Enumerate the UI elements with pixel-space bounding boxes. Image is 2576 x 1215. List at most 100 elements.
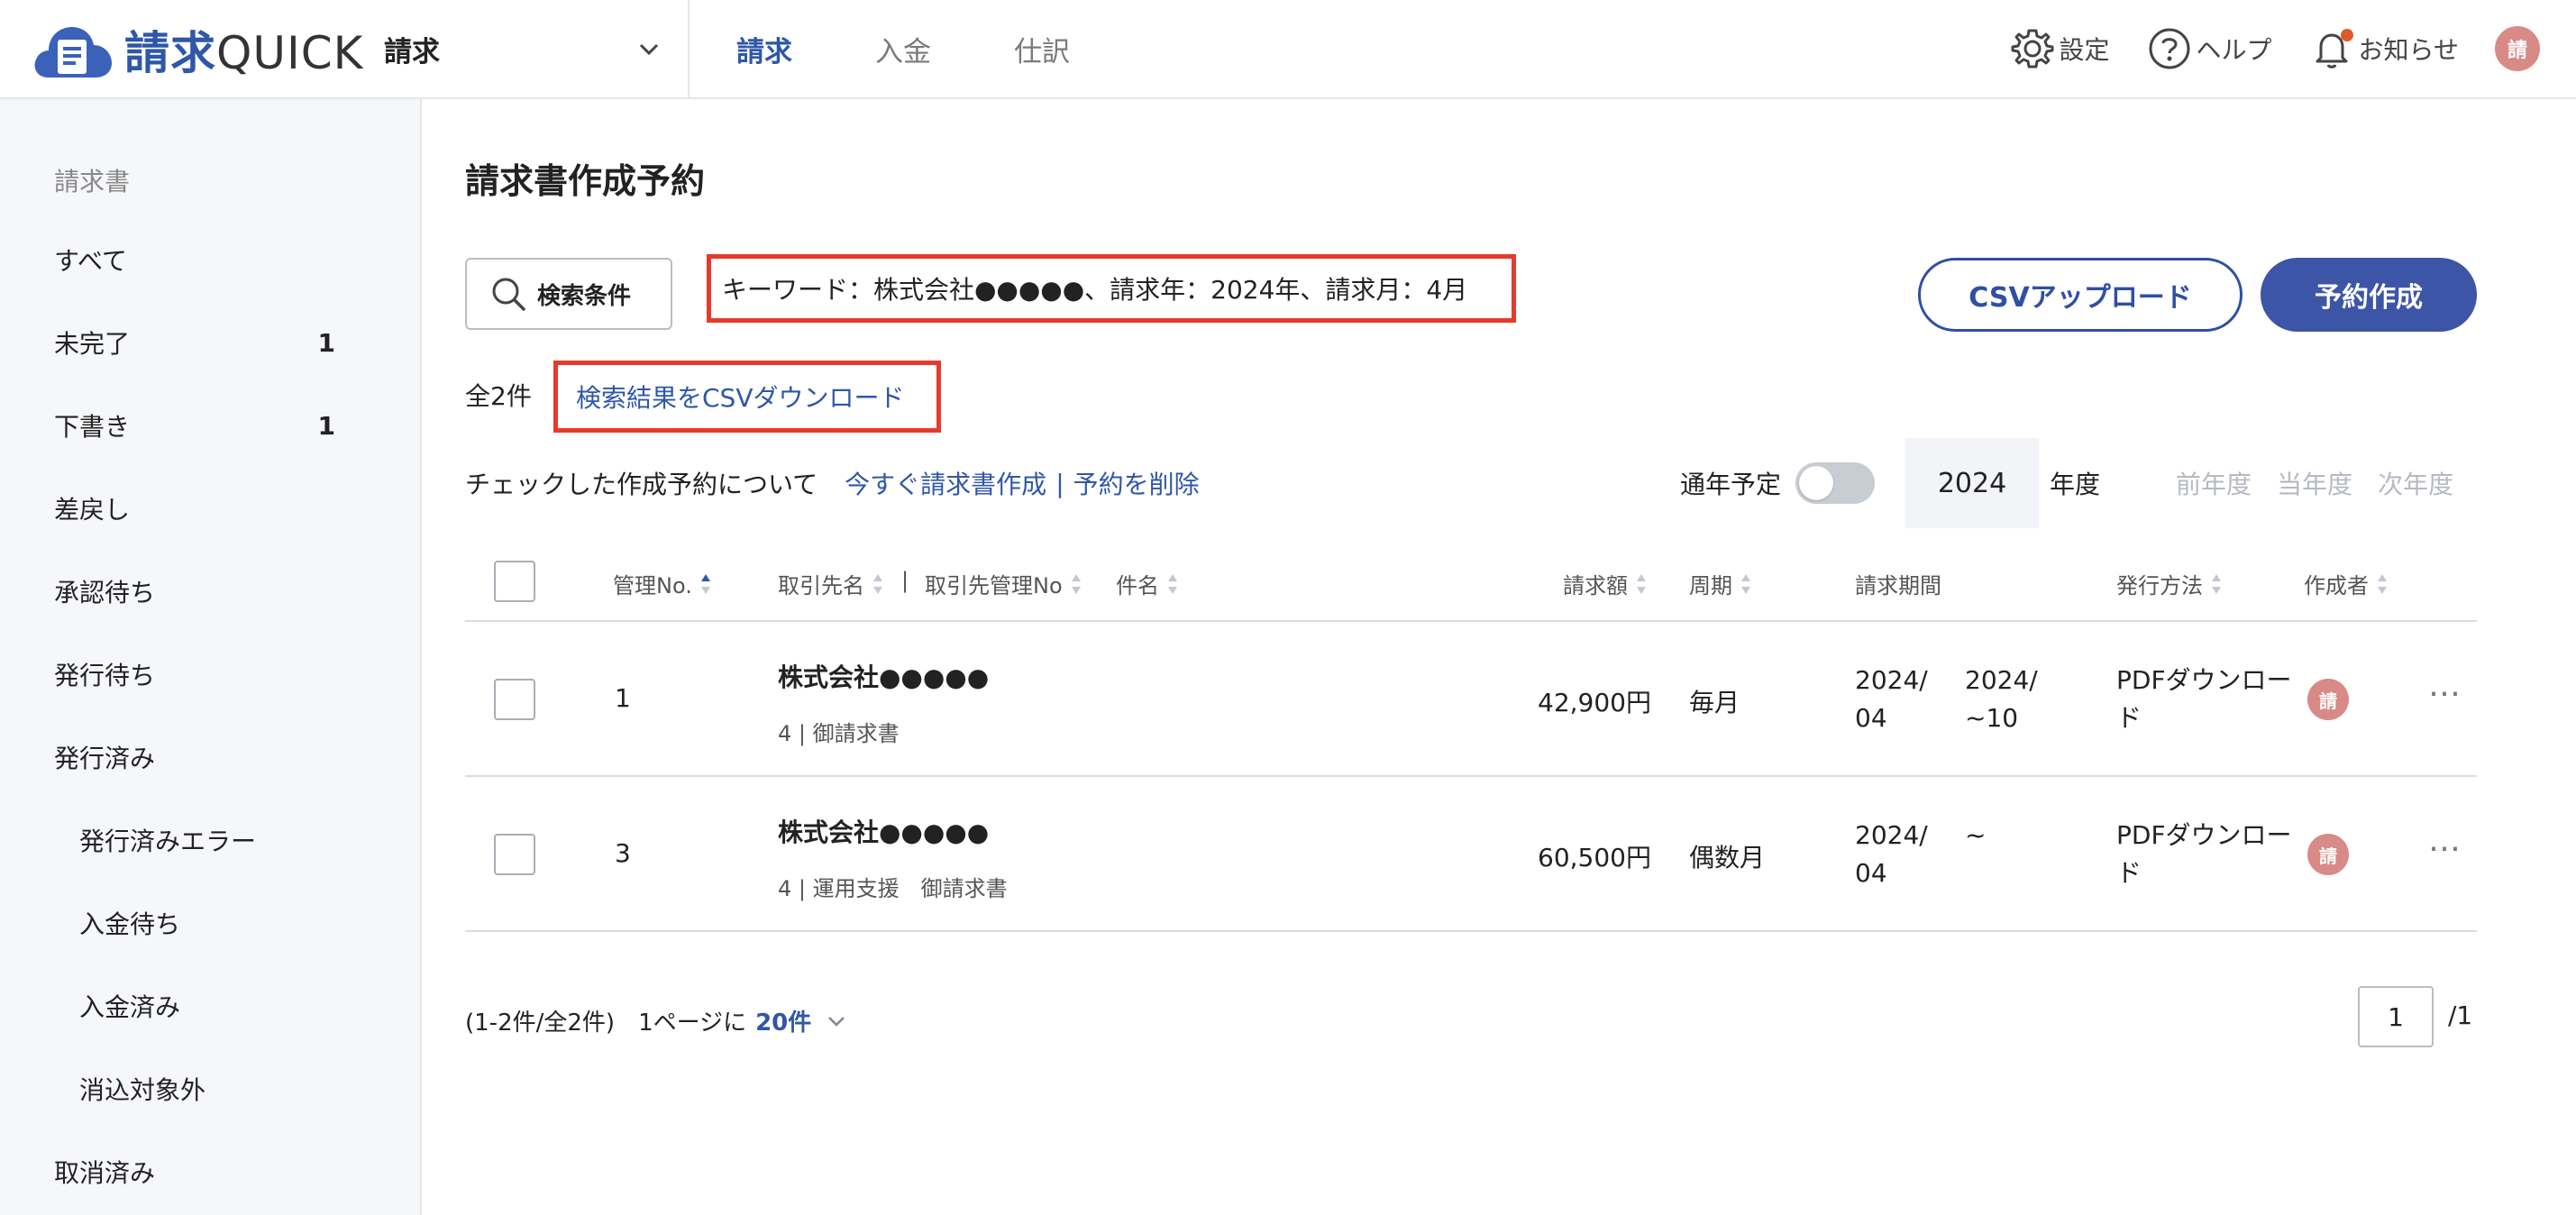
- product-select[interactable]: 請求: [361, 0, 690, 97]
- row-checkbox[interactable]: [494, 834, 535, 875]
- row-client-name: 株式会社●●●●●: [778, 662, 990, 692]
- tab-payment[interactable]: 入金: [875, 0, 931, 97]
- column-header-cycle[interactable]: 周期: [1689, 568, 1752, 599]
- column-header-client-no[interactable]: 取引先管理No: [925, 568, 1082, 599]
- row-client-name: 株式会社●●●●●: [778, 818, 990, 847]
- row-client[interactable]: 株式会社●●●●● 4 | 運用支援 御請求書: [778, 813, 1008, 902]
- help-button[interactable]: ヘルプ: [2146, 25, 2272, 72]
- notification-badge: [2340, 29, 2353, 41]
- tab-invoice[interactable]: 請求: [736, 0, 792, 97]
- settings-button[interactable]: 設定: [2009, 25, 2110, 72]
- delete-reservation-link[interactable]: 予約を削除: [1073, 465, 1200, 501]
- sidebar-item-draft[interactable]: 下書き 1: [54, 398, 335, 452]
- create-reservation-button[interactable]: 予約作成: [2261, 258, 2477, 332]
- header-actions: 設定 ヘルプ お知らせ 請: [1973, 0, 2540, 97]
- sidebar-item-awaiting-payment[interactable]: 入金待ち: [79, 896, 335, 950]
- sidebar-item-returned[interactable]: 差戻し: [54, 481, 335, 535]
- sidebar-item-cancelled[interactable]: 取消済み: [54, 1145, 335, 1199]
- per-page-label: 1ページに: [638, 1009, 747, 1037]
- help-label: ヘルプ: [2196, 35, 2272, 65]
- fiscal-year-input[interactable]: 2024: [1905, 438, 2040, 528]
- csv-upload-button[interactable]: CSVアップロード: [1918, 258, 2243, 332]
- column-header-method[interactable]: 発行方法: [2116, 568, 2223, 599]
- sidebar-item-all[interactable]: すべて: [54, 233, 335, 287]
- table-row[interactable]: 1 株式会社●●●●● 4 | 御請求書 42,900円 毎月 2024/ 04…: [465, 622, 2477, 777]
- sidebar: 請求書 すべて 未完了 1 下書き 1 差戻し 承認待ち 発行待ち 発行済み 発行済…: [0, 99, 422, 1215]
- sidebar-item-draft-count: 1: [317, 410, 335, 441]
- sidebar-item-awaiting-issue[interactable]: 発行待ち: [54, 647, 335, 701]
- settings-label: 設定: [2059, 35, 2110, 65]
- search-keyword-summary: キーワード：株式会社●●●●●、請求年：2024年、請求月：4月: [707, 254, 1516, 323]
- column-header-period: 請求期間: [1855, 573, 1941, 598]
- annual-schedule-toggle[interactable]: [1795, 462, 1876, 504]
- column-header-subject[interactable]: 件名: [1116, 568, 1179, 599]
- row-creator-avatar: 請: [2307, 679, 2349, 720]
- row-amount: 42,900円: [1538, 688, 1651, 717]
- previous-year-button[interactable]: 前年度: [2176, 465, 2252, 501]
- notifications-label: お知らせ: [2358, 35, 2459, 65]
- bulk-actions-description: チェックした作成予約について: [465, 470, 818, 499]
- column-header-separator: |: [901, 568, 909, 593]
- sidebar-item-paid[interactable]: 入金済み: [79, 979, 335, 1033]
- row-checkbox[interactable]: [494, 679, 535, 720]
- column-header-creator[interactable]: 作成者: [2304, 568, 2389, 599]
- search-icon: [492, 278, 525, 311]
- row-amount: 60,500円: [1538, 843, 1651, 872]
- chevron-down-icon[interactable]: [824, 1009, 849, 1034]
- sort-icon: [1166, 572, 1179, 596]
- column-header-amount[interactable]: 請求額: [1563, 568, 1648, 599]
- row-subject-info: 4 | 運用支援 御請求書: [778, 876, 1008, 901]
- sort-icon: [2210, 572, 2223, 596]
- row-period-start: 2024/ 04: [1855, 820, 1928, 888]
- row-issue-method: PDFダウンロード: [2116, 820, 2292, 888]
- sidebar-item-issued[interactable]: 発行済み: [54, 730, 335, 784]
- row-period-end: 2024/ ~10: [1965, 665, 2038, 733]
- tab-journal[interactable]: 仕訳: [1014, 0, 1070, 97]
- search-conditions-button[interactable]: 検索条件: [465, 258, 672, 330]
- row-cycle: 偶数月: [1689, 843, 1766, 872]
- page-title: 請求書作成予約: [465, 161, 706, 201]
- row-management-no: 1: [615, 683, 631, 713]
- page-number-input[interactable]: 1: [2358, 986, 2434, 1047]
- sidebar-item-awaiting-approval[interactable]: 承認待ち: [54, 564, 335, 618]
- table-row[interactable]: 3 株式会社●●●●● 4 | 運用支援 御請求書 60,500円 偶数月 20…: [465, 777, 2477, 932]
- help-icon: [2149, 28, 2190, 69]
- bulk-actions: チェックした作成予約について 今すぐ請求書作成 | 予約を削除: [465, 465, 1200, 501]
- row-client[interactable]: 株式会社●●●●● 4 | 御請求書: [778, 658, 989, 747]
- column-header-no[interactable]: 管理No.: [613, 568, 712, 599]
- pagination-info: (1-2件/全2件) 1ページに 20件: [465, 1004, 849, 1037]
- fiscal-year-controls: 通年予定 2024 年度 前年度 当年度 次年度: [1680, 438, 2453, 528]
- next-year-button[interactable]: 次年度: [2378, 465, 2453, 501]
- reservation-table: 管理No. 取引先名 | 取引先管理No 件名 請求額 周期 請求期間 発行方法…: [465, 541, 2477, 932]
- table-header: 管理No. 取引先名 | 取引先管理No 件名 請求額 周期 請求期間 発行方法…: [465, 541, 2477, 622]
- sidebar-heading: 請求書: [54, 167, 131, 196]
- page-total: /1: [2448, 1000, 2473, 1030]
- toggle-knob: [1799, 466, 1834, 500]
- csv-download-highlight: 検索結果をCSVダウンロード: [553, 361, 941, 433]
- app-logo[interactable]: 請求QUICK: [31, 18, 363, 81]
- current-year-button[interactable]: 当年度: [2277, 465, 2352, 501]
- fiscal-year-unit: 年度: [2050, 470, 2101, 499]
- search-conditions-label: 検索条件: [537, 282, 632, 310]
- sidebar-item-incomplete[interactable]: 未完了 1: [54, 315, 335, 370]
- sidebar-item-reconcile-excluded[interactable]: 消込対象外: [79, 1062, 335, 1116]
- select-all-checkbox[interactable]: [494, 561, 535, 602]
- csv-download-link[interactable]: 検索結果をCSVダウンロード: [576, 379, 904, 415]
- row-management-no: 3: [615, 838, 631, 868]
- chevron-down-icon: [639, 43, 659, 56]
- row-more-menu-icon[interactable]: …: [2428, 822, 2462, 859]
- row-more-menu-icon[interactable]: …: [2428, 667, 2462, 704]
- create-invoice-now-link[interactable]: 今すぐ請求書作成: [845, 465, 1046, 501]
- sidebar-item-issued-error[interactable]: 発行済みエラー: [79, 813, 335, 867]
- notifications-button[interactable]: お知らせ: [2308, 25, 2459, 72]
- user-avatar[interactable]: 請: [2495, 26, 2540, 71]
- row-cycle: 毎月: [1689, 688, 1740, 717]
- sidebar-item-incomplete-count: 1: [317, 327, 335, 358]
- product-select-label: 請求: [384, 35, 440, 69]
- annual-schedule-label: 通年予定: [1680, 470, 1782, 499]
- column-header-client[interactable]: 取引先名: [778, 568, 884, 599]
- total-count: 全2件: [465, 381, 532, 411]
- sort-icon: [1070, 572, 1082, 596]
- per-page-select[interactable]: 20件: [755, 1004, 811, 1037]
- bulk-actions-separator: |: [1055, 468, 1064, 498]
